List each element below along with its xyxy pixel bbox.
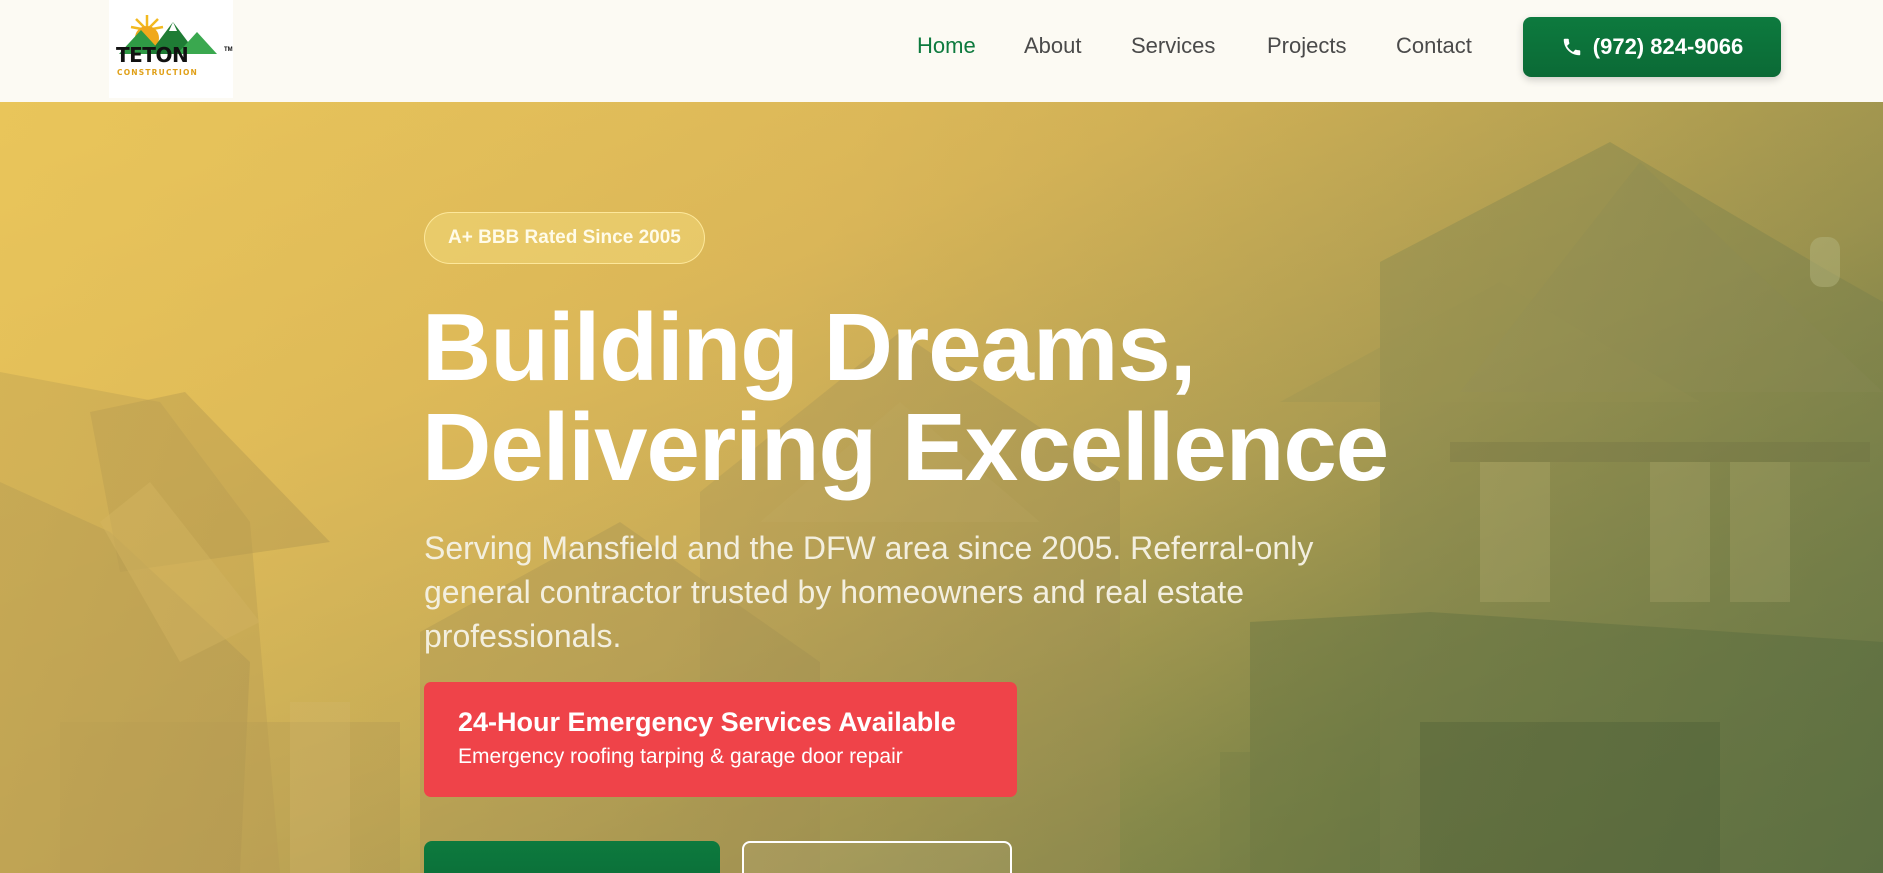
logo-wordmark: TETON [116, 43, 189, 67]
nav-item-about[interactable]: About [1024, 33, 1082, 59]
nav-item-contact[interactable]: Contact [1396, 33, 1472, 59]
teton-construction-logo[interactable]: TETON TM CONSTRUCTION [109, 0, 233, 98]
nav-item-projects[interactable]: Projects [1267, 33, 1346, 59]
emergency-services-banner[interactable]: 24-Hour Emergency Services Available Eme… [424, 682, 1017, 797]
hero-section: A+ BBB Rated Since 2005 Building Dreams,… [0, 102, 1883, 873]
bbb-rating-badge: A+ BBB Rated Since 2005 [424, 212, 705, 264]
phone-icon [1563, 38, 1581, 56]
call-phone-button[interactable]: (972) 824-9066 [1523, 17, 1781, 77]
primary-cta-button[interactable] [424, 841, 720, 873]
hero-title: Building Dreams, Delivering Excellence [422, 298, 1522, 498]
secondary-cta-button[interactable] [742, 841, 1012, 873]
logo-trademark: TM [224, 47, 233, 53]
hero-title-line-2: Delivering Excellence [422, 394, 1389, 501]
emergency-title: 24-Hour Emergency Services Available [458, 707, 956, 737]
phone-number-label: (972) 824-9066 [1592, 34, 1744, 59]
hero-title-line-1: Building Dreams, [422, 294, 1196, 401]
emergency-description: Emergency roofing tarping & garage door … [458, 745, 903, 768]
logo-subline: CONSTRUCTION [117, 68, 199, 77]
site-header: TETON TM CONSTRUCTION Home About Service… [0, 0, 1883, 102]
hero-subtitle: Serving Mansfield and the DFW area since… [424, 530, 1314, 654]
nav-item-home[interactable]: Home [917, 33, 976, 59]
nav-item-services[interactable]: Services [1131, 33, 1215, 59]
